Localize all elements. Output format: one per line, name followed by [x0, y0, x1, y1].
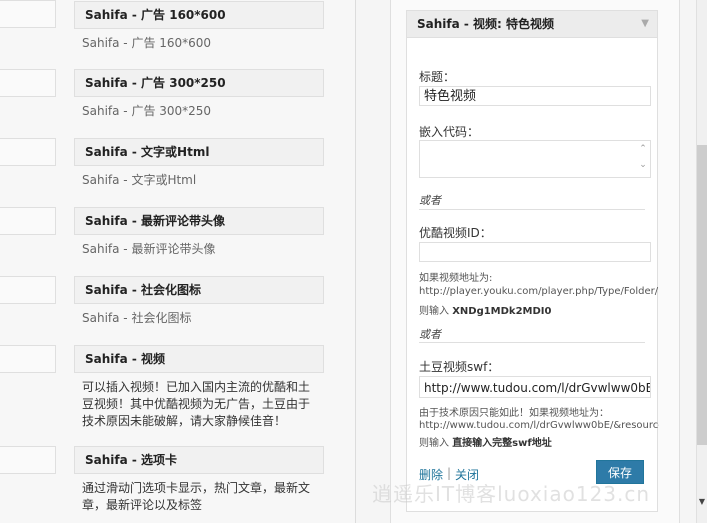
widget-social-icons[interactable]: Sahifa - 社会化图标 Sahifa - 社会化图标	[74, 276, 324, 327]
tudou-hint-prefix: 则输入	[419, 438, 449, 449]
widget-title[interactable]: Sahifa - 社会化图标	[74, 276, 324, 304]
widget-title[interactable]: Sahifa - 视频	[74, 345, 324, 373]
video-widget-header[interactable]: Sahifa - 视频: 特色视频 ▼	[407, 11, 657, 38]
widget-description: Sahifa - 最新评论带头像	[82, 242, 216, 256]
widget-description: Sahifa - 文字或Html	[82, 173, 197, 187]
widget-ad-160x600[interactable]: Sahifa - 广告 160*600 Sahifa - 广告 160*600	[74, 1, 324, 52]
widget-stub[interactable]	[0, 0, 56, 28]
widget-description: 通过滑动门选项卡显示，热门文章，最新文章，最新评论以及标签	[82, 481, 311, 512]
tudou-swf-label: 土豆视频swf：	[419, 360, 500, 374]
widget-text-html[interactable]: Sahifa - 文字或Html Sahifa - 文字或Html	[74, 138, 324, 189]
widget-recent-comments-avatar[interactable]: Sahifa - 最新评论带头像 Sahifa - 最新评论带头像	[74, 207, 324, 258]
youku-hint: 如果视频地址为:	[419, 273, 493, 284]
widget-title[interactable]: Sahifa - 文字或Html	[74, 138, 324, 166]
widget-stub[interactable]	[0, 138, 56, 166]
youku-id-label: 优酷视频ID：	[419, 226, 492, 240]
video-widget-title: Sahifa - 视频: 特色视频	[417, 17, 555, 31]
tudou-example-text: 直接输入完整swf地址	[452, 438, 552, 449]
widget-description: Sahifa - 广告 300*250	[82, 104, 212, 118]
textarea-scroll-arrows[interactable]: ⌃ ⌄	[636, 141, 650, 177]
or-separator-label: 或者	[419, 194, 441, 207]
divider-line	[419, 342, 645, 343]
widget-title[interactable]: Sahifa - 最新评论带头像	[74, 207, 324, 235]
widget-stub[interactable]	[0, 207, 56, 235]
widget-description: 可以插入视频！已加入国内主流的优酷和土豆视频！其中优酷视频为无广告，土豆由于技术…	[82, 380, 311, 428]
youku-id-input[interactable]	[419, 242, 651, 262]
widget-stub[interactable]	[0, 345, 56, 373]
widget-title[interactable]: Sahifa - 广告 300*250	[74, 69, 324, 97]
chevron-up-icon[interactable]: ⌃	[636, 141, 650, 157]
triangle-down-icon[interactable]: ▼	[641, 11, 649, 37]
tudou-hint-example: 则输入 直接输入完整swf地址	[419, 434, 659, 449]
scrollbar-thumb[interactable]	[697, 145, 707, 445]
widget-stub[interactable]	[0, 276, 56, 304]
widget-stub[interactable]	[0, 446, 56, 474]
embed-code-textarea[interactable]: ⌃ ⌄	[419, 140, 651, 178]
widget-description: Sahifa - 社会化图标	[82, 311, 192, 325]
embed-code-label: 嵌入代码：	[419, 125, 480, 139]
widget-ad-300x250[interactable]: Sahifa - 广告 300*250 Sahifa - 广告 300*250	[74, 69, 324, 120]
youku-hint-example: 则输入 XNDg1MDk2MDI0	[419, 302, 659, 317]
youku-hint-prefix: 则输入	[419, 306, 449, 317]
youku-example-id: XNDg1MDk2MDI0	[452, 306, 552, 317]
watermark: 逍遥乐IT博客luoxiao123.cn	[372, 482, 651, 506]
divider-line	[419, 209, 645, 210]
tudou-hint: 由于技术原因只能如此！如果视频地址为：	[419, 408, 609, 419]
widget-title[interactable]: Sahifa - 广告 160*600	[74, 1, 324, 29]
widget-tabs[interactable]: Sahifa - 选项卡 通过滑动门选项卡显示，热门文章，最新文章，最新评论以及…	[74, 446, 324, 514]
chevron-down-icon[interactable]: ⌄	[636, 157, 650, 173]
widget-video[interactable]: Sahifa - 视频 可以插入视频！已加入国内主流的优酷和土豆视频！其中优酷视…	[74, 345, 324, 430]
widget-stub[interactable]	[0, 69, 56, 97]
title-input[interactable]: 特色视频	[419, 86, 651, 106]
or-separator-label: 或者	[419, 328, 441, 341]
youku-hint-url: http://player.youku.com/player.php/Type/…	[419, 286, 659, 297]
widget-description: Sahifa - 广告 160*600	[82, 36, 212, 50]
widget-title[interactable]: Sahifa - 选项卡	[74, 446, 324, 474]
scroll-down-arrow-icon[interactable]: ▼	[697, 497, 707, 506]
tudou-swf-input[interactable]: http://www.tudou.com/l/drGvwlww0bE/&	[419, 376, 651, 398]
tudou-hint-url: http://www.tudou.com/l/drGvwlww0bE/&reso…	[419, 420, 659, 431]
title-label: 标题：	[419, 70, 456, 84]
